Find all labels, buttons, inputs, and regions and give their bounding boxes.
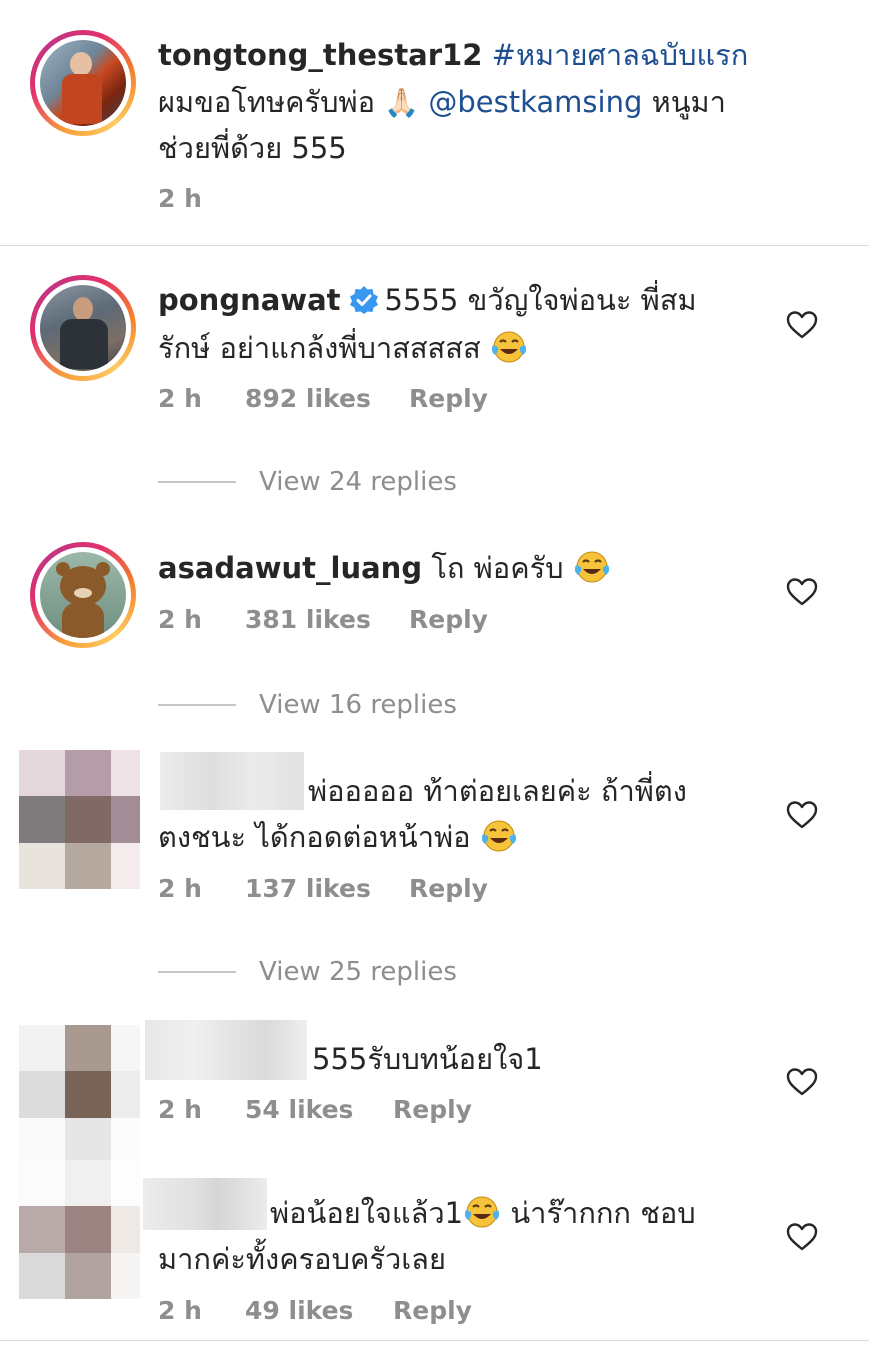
comment-likes[interactable]: 54 likes <box>245 1095 353 1124</box>
comment-text-line-1: asadawut_luang โถ พ่อครับ <box>158 545 611 591</box>
view-replies-label: View 16 replies <box>259 690 457 720</box>
comment-text-line-1: 555รับบทน้อยใจ1 <box>312 1036 543 1082</box>
blurred-username[interactable] <box>143 1178 267 1230</box>
view-replies-dash <box>158 481 236 483</box>
comment-text-line-1: pongnawat 5555 ขวัญใจพ่อนะ พี่สม <box>158 277 697 323</box>
blurred-avatar[interactable] <box>19 1025 140 1164</box>
face-with-tears-of-joy-emoji <box>481 820 516 852</box>
view-replies-label: View 25 replies <box>259 957 457 987</box>
bottom-divider <box>0 1340 869 1341</box>
comment-text-line-2: มากค่ะทั้งครอบครัวเลย <box>158 1236 446 1282</box>
heart-outline-icon[interactable] <box>786 1222 818 1252</box>
reply-button[interactable]: Reply <box>409 874 488 903</box>
comment-username[interactable]: pongnawat <box>158 283 341 317</box>
post-caption-line-2: ผมขอโทษครับพ่อ 🙏🏻 @bestkamsing หนูมา <box>158 79 726 126</box>
comment-text-line-1: พ่อออออ ท้าต่อยเลยค่ะ ถ้าพี่ตง <box>308 768 687 814</box>
reply-button[interactable]: Reply <box>409 384 488 413</box>
heart-outline-icon[interactable] <box>786 310 818 340</box>
comment-likes[interactable]: 137 likes <box>245 874 371 903</box>
comment-time: 2 h <box>158 384 202 413</box>
comment-likes[interactable]: 381 likes <box>245 605 371 634</box>
post-caption-text: ผมขอโทษครับพ่อ <box>158 85 376 119</box>
face-with-tears-of-joy-emoji <box>465 1196 500 1228</box>
post-mention[interactable]: @bestkamsing <box>428 85 642 119</box>
pray-emoji: 🙏🏻 <box>384 86 420 119</box>
comment-time: 2 h <box>158 1095 202 1124</box>
comment-text: รักษ์ อย่าแกล้งพี่บาสสสสส <box>158 331 481 365</box>
blurred-avatar[interactable] <box>19 1160 140 1299</box>
view-replies-label: View 24 replies <box>259 467 457 497</box>
reply-button[interactable]: Reply <box>409 605 488 634</box>
post-caption-text-b: หนูมา <box>651 85 726 119</box>
comment-time: 2 h <box>158 1296 202 1325</box>
comment-text: ตงชนะ ได้กอดต่อหน้าพ่อ <box>158 820 471 854</box>
comment-time: 2 h <box>158 874 202 903</box>
comment-avatar[interactable] <box>30 542 136 648</box>
heart-outline-icon[interactable] <box>786 1067 818 1097</box>
comment-text: พ่อน้อยใจแล้ว1 <box>270 1196 464 1230</box>
view-replies-dash <box>158 704 236 706</box>
comment-text: มากค่ะทั้งครอบครัวเลย <box>158 1242 446 1276</box>
reply-button[interactable]: Reply <box>393 1296 472 1325</box>
blurred-username[interactable] <box>145 1020 307 1080</box>
comment-text: พ่อออออ ท้าต่อยเลยค่ะ ถ้าพี่ตง <box>308 774 687 808</box>
post-caption-line-1: tongtong_thestar12 #หมายศาลฉบับแรก <box>158 32 748 78</box>
comment-text-line-2: รักษ์ อย่าแกล้งพี่บาสสสสส <box>158 325 528 371</box>
post-caption-line-3: ช่วยพี่ด้วย 555 <box>158 125 347 171</box>
heart-outline-icon[interactable] <box>786 577 818 607</box>
blurred-avatar[interactable] <box>19 750 140 889</box>
comment-text-line-1: พ่อน้อยใจแล้ว1 น่าร๊ากกก ชอบ <box>270 1190 696 1236</box>
comment-text-line-2: ตงชนะ ได้กอดต่อหน้าพ่อ <box>158 814 518 860</box>
comment-text: 555รับบทน้อยใจ1 <box>312 1042 543 1076</box>
comment-username[interactable]: asadawut_luang <box>158 551 422 585</box>
comment-text: โถ พ่อครับ <box>431 551 564 585</box>
comment-likes[interactable]: 892 likes <box>245 384 371 413</box>
comment-time: 2 h <box>158 605 202 634</box>
heart-outline-icon[interactable] <box>786 800 818 830</box>
post-hashtag[interactable]: #หมายศาลฉบับแรก <box>492 38 749 72</box>
view-replies-dash <box>158 971 236 973</box>
comment-likes[interactable]: 49 likes <box>245 1296 353 1325</box>
caption-divider <box>0 245 869 246</box>
post-time: 2 h <box>158 184 202 213</box>
post-author-avatar[interactable] <box>30 30 136 136</box>
reply-button[interactable]: Reply <box>393 1095 472 1124</box>
post-caption-text-c: ช่วยพี่ด้วย 555 <box>158 131 347 165</box>
comment-text: น่าร๊ากกก ชอบ <box>510 1196 696 1230</box>
verified-badge-icon <box>349 286 378 314</box>
comment-text: 5555 ขวัญใจพ่อนะ พี่สม <box>384 283 697 317</box>
comment-avatar[interactable] <box>30 275 136 381</box>
face-with-tears-of-joy-emoji <box>491 331 526 363</box>
post-username[interactable]: tongtong_thestar12 <box>158 38 482 72</box>
face-with-tears-of-joy-emoji <box>574 551 609 583</box>
blurred-username[interactable] <box>160 752 304 810</box>
